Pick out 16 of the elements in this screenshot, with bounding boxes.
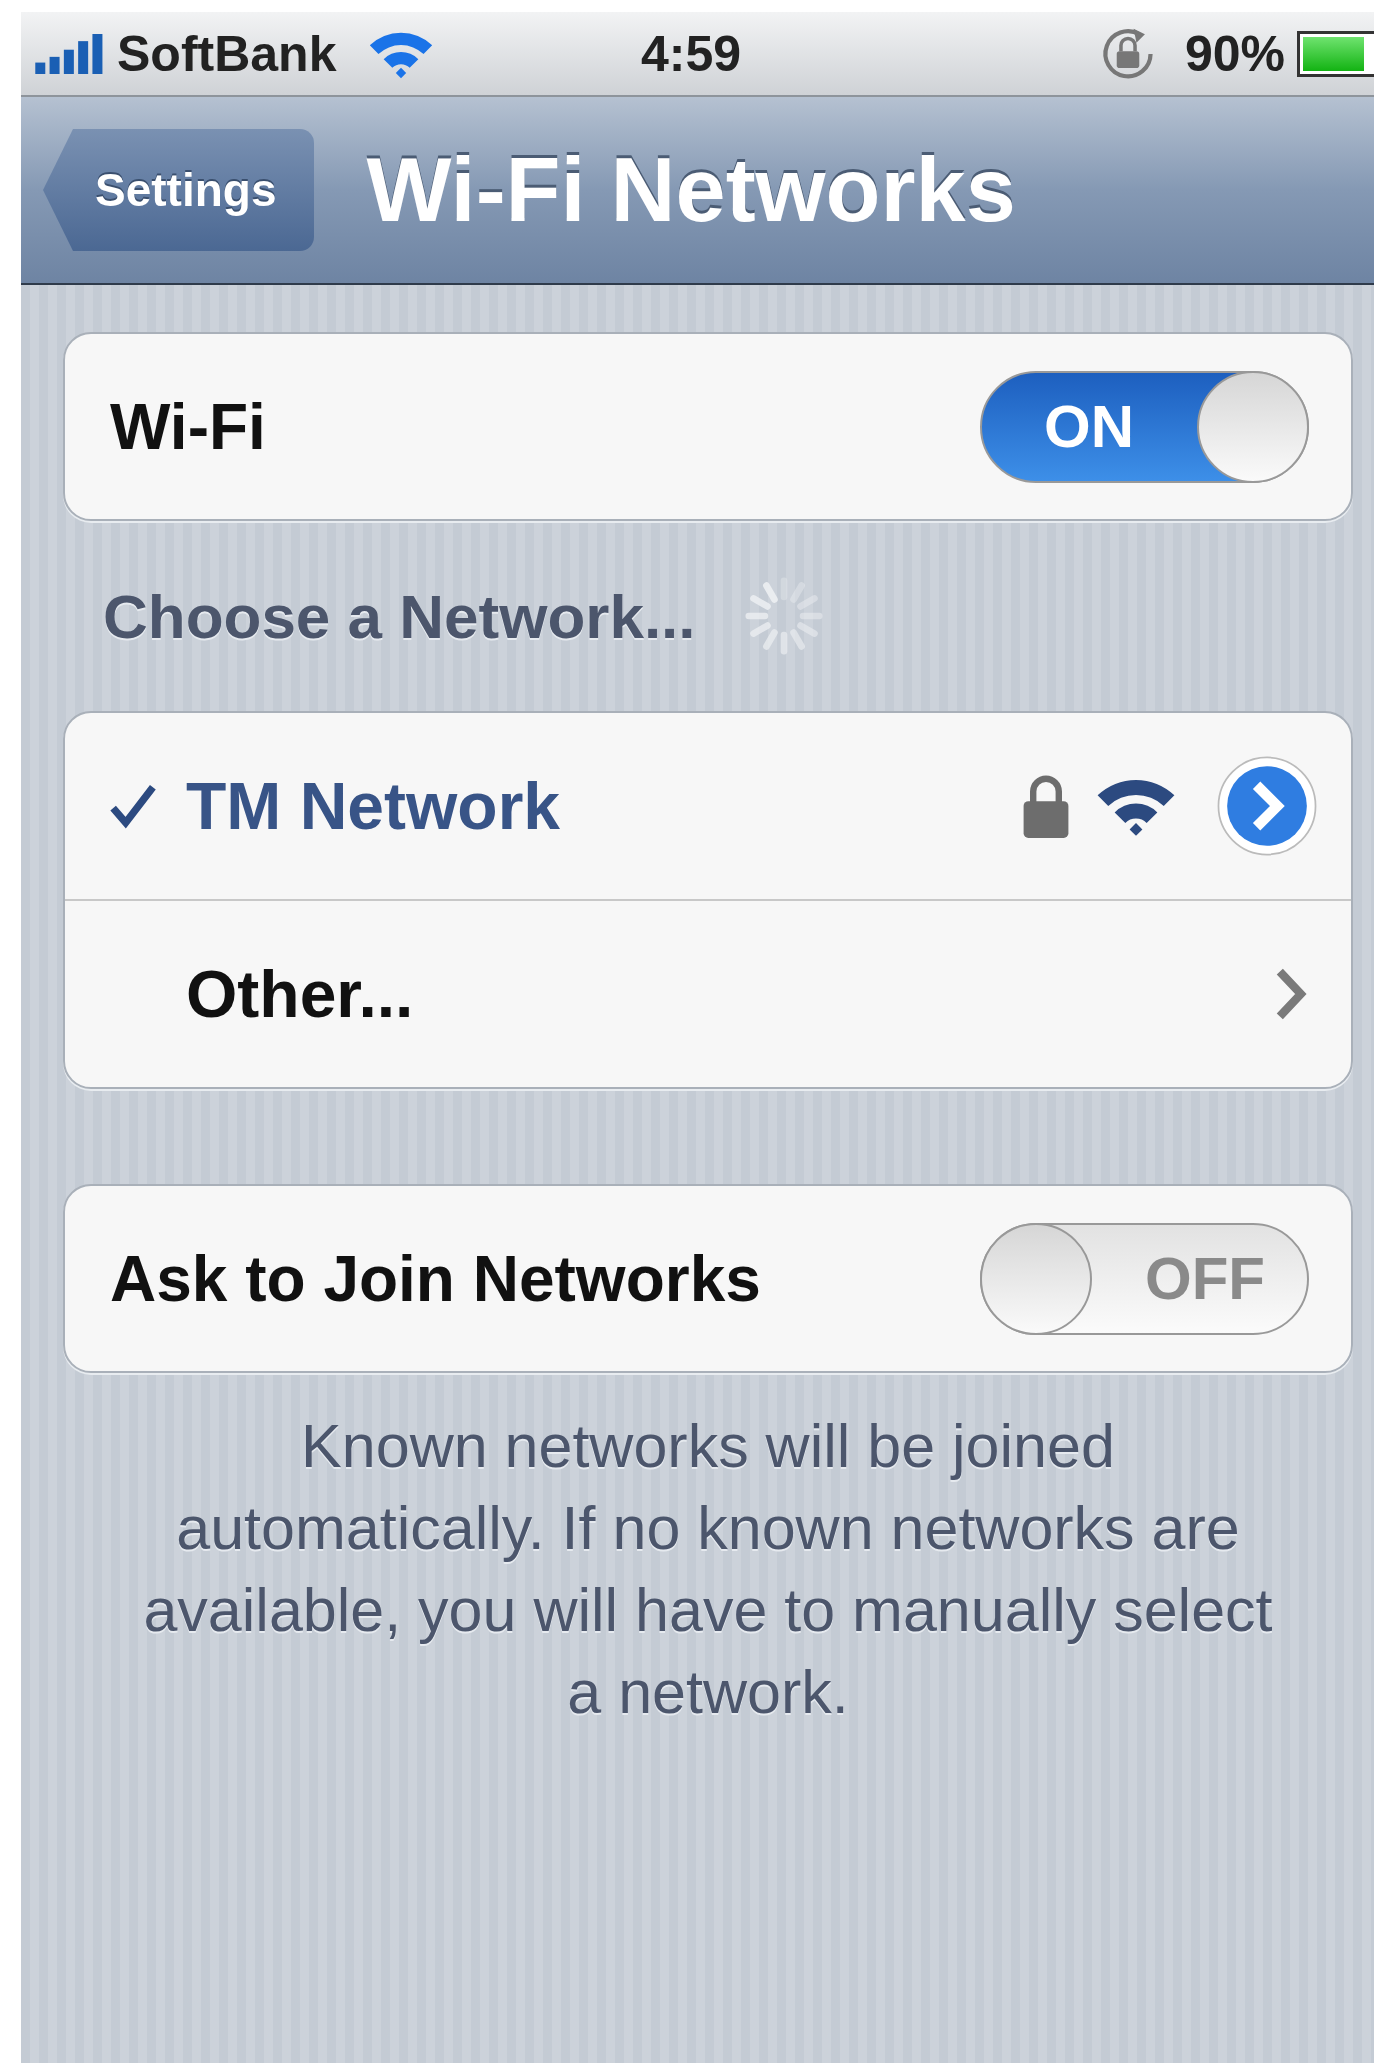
footer-note: Known networks will be joined automatically. If no known networks are available, you will have to manually select a network. bbox=[142, 1411, 1274, 1728]
setting-label: Ask to Join Networks bbox=[110, 1241, 761, 1316]
screen-title: Wi-Fi Networks bbox=[366, 138, 1016, 242]
section-header: Choose a Network... bbox=[103, 580, 696, 652]
battery-percent: 90% bbox=[1184, 24, 1285, 83]
clock-time: 4:59 bbox=[641, 24, 742, 83]
toggle-switch[interactable]: OFF bbox=[980, 1222, 1309, 1335]
detail-disclosure-button[interactable] bbox=[1215, 754, 1319, 858]
carrier-name: SoftBank bbox=[117, 24, 337, 83]
toggle-switch[interactable]: ON bbox=[980, 370, 1309, 483]
setting-label: Wi-Fi bbox=[110, 389, 266, 464]
checkmark-icon bbox=[110, 783, 156, 829]
back-button[interactable]: Settings bbox=[43, 129, 315, 251]
battery-icon bbox=[1297, 30, 1374, 77]
network-row[interactable]: TM Network bbox=[65, 713, 1351, 899]
network-row[interactable]: Other... bbox=[65, 899, 1351, 1087]
